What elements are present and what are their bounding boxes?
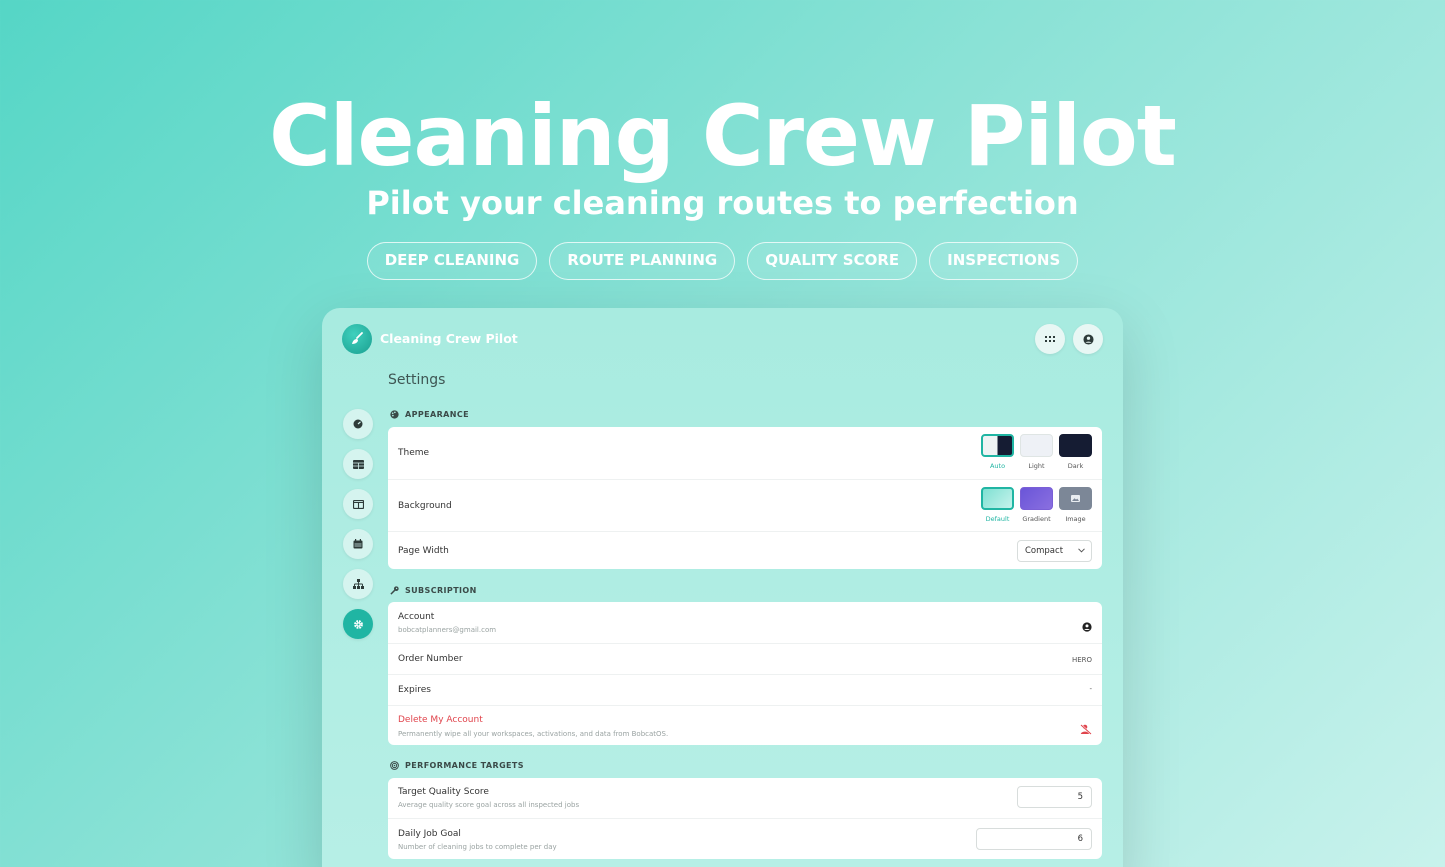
order-number-label: Order Number: [398, 654, 463, 664]
sidebar-item-board[interactable]: [343, 489, 373, 519]
order-number-value: HERO: [1071, 656, 1092, 664]
table-icon: [352, 459, 364, 469]
daily-job-input[interactable]: 6: [976, 828, 1092, 850]
sidebar-item-table[interactable]: [343, 449, 373, 479]
key-icon: [390, 586, 399, 595]
sidebar-item-calendar[interactable]: [343, 529, 373, 559]
delete-account-desc: Permanently wipe all your workspaces, ac…: [398, 730, 669, 738]
target-quality-input[interactable]: 5: [1017, 786, 1092, 808]
theme-label: Theme: [398, 448, 430, 458]
pill-quality-score: QUALITY SCORE: [747, 242, 918, 280]
pill-route-planning: ROUTE PLANNING: [549, 242, 736, 280]
user-slash-icon[interactable]: [1080, 720, 1092, 739]
background-option-default[interactable]: Default: [981, 487, 1014, 523]
account-label: Account: [398, 612, 435, 622]
app-name: Cleaning Crew Pilot: [380, 331, 518, 346]
gear-icon: [353, 619, 363, 629]
app-window: Cleaning Crew Pilot Settings APPEARANCE …: [322, 308, 1123, 867]
page-title: Settings: [388, 372, 446, 388]
performance-heading-text: PERFORMANCE TARGETS: [405, 761, 524, 770]
account-email: bobcatplanners@gmail.com: [398, 626, 497, 634]
pill-deep-cleaning: DEEP CLEANING: [366, 242, 538, 280]
sidebar-item-dashboard[interactable]: [343, 409, 373, 439]
dashboard-gauge-icon: [353, 419, 363, 429]
expires-value: -: [1089, 685, 1092, 693]
account-circle-icon[interactable]: [1073, 324, 1103, 354]
board-columns-icon: [352, 499, 364, 509]
hero-subtitle: Pilot your cleaning routes to perfection: [366, 184, 1079, 222]
palette-icon: [390, 410, 399, 419]
calendar-icon: [353, 539, 363, 549]
sidebar-item-sitemap[interactable]: [343, 569, 373, 599]
sitemap-icon: [352, 579, 364, 589]
chevron-down-icon: [1078, 541, 1085, 561]
daily-job-row: Daily Job Goal Number of cleaning jobs t…: [388, 818, 1102, 859]
subscription-heading-text: SUBSCRIPTION: [405, 586, 477, 595]
theme-option-light[interactable]: Light: [1020, 434, 1053, 470]
background-options: Default Gradient Image: [981, 487, 1092, 523]
page-width-select[interactable]: Compact: [1017, 540, 1092, 562]
performance-heading: PERFORMANCE TARGETS: [390, 761, 524, 770]
delete-account-row[interactable]: Delete My Account Permanently wipe all y…: [388, 705, 1102, 745]
page-width-row: Page Width Compact: [388, 531, 1102, 569]
theme-row: Theme Auto Light Dark: [388, 427, 1102, 479]
feature-pills: DEEP CLEANING ROUTE PLANNING QUALITY SCO…: [0, 242, 1445, 280]
delete-account-label[interactable]: Delete My Account: [398, 715, 483, 725]
target-quality-row: Target Quality Score Average quality sco…: [388, 778, 1102, 818]
hero-title: Cleaning Crew Pilot: [269, 87, 1177, 185]
daily-job-desc: Number of cleaning jobs to complete per …: [398, 843, 557, 851]
background-option-image[interactable]: Image: [1059, 487, 1092, 523]
target-quality-desc: Average quality score goal across all in…: [398, 801, 580, 809]
account-circle-icon[interactable]: [1082, 617, 1092, 636]
image-icon: [1071, 495, 1080, 502]
account-row: Account bobcatplanners@gmail.com: [388, 602, 1102, 643]
apps-grid-icon[interactable]: [1035, 324, 1065, 354]
background-label: Background: [398, 501, 452, 511]
subscription-heading: SUBSCRIPTION: [390, 586, 477, 595]
daily-job-label: Daily Job Goal: [398, 829, 461, 839]
expires-row: Expires -: [388, 674, 1102, 705]
background-option-gradient[interactable]: Gradient: [1020, 487, 1053, 523]
pill-inspections: INSPECTIONS: [929, 242, 1079, 280]
theme-options: Auto Light Dark: [981, 434, 1092, 470]
subscription-card: Account bobcatplanners@gmail.com Order N…: [388, 602, 1102, 745]
order-number-row: Order Number HERO: [388, 643, 1102, 674]
page-width-label: Page Width: [398, 546, 449, 556]
theme-option-auto[interactable]: Auto: [981, 434, 1014, 470]
target-quality-label: Target Quality Score: [398, 787, 489, 797]
target-icon: [390, 761, 399, 770]
appearance-card: Theme Auto Light Dark Background Default…: [388, 427, 1102, 569]
background-row: Background Default Gradient Image: [388, 479, 1102, 531]
expires-label: Expires: [398, 685, 431, 695]
appearance-heading: APPEARANCE: [390, 410, 469, 419]
sidebar-item-settings[interactable]: [343, 609, 373, 639]
broom-icon[interactable]: [342, 324, 372, 354]
theme-option-dark[interactable]: Dark: [1059, 434, 1092, 470]
performance-card: Target Quality Score Average quality sco…: [388, 778, 1102, 859]
appearance-heading-text: APPEARANCE: [405, 410, 469, 419]
